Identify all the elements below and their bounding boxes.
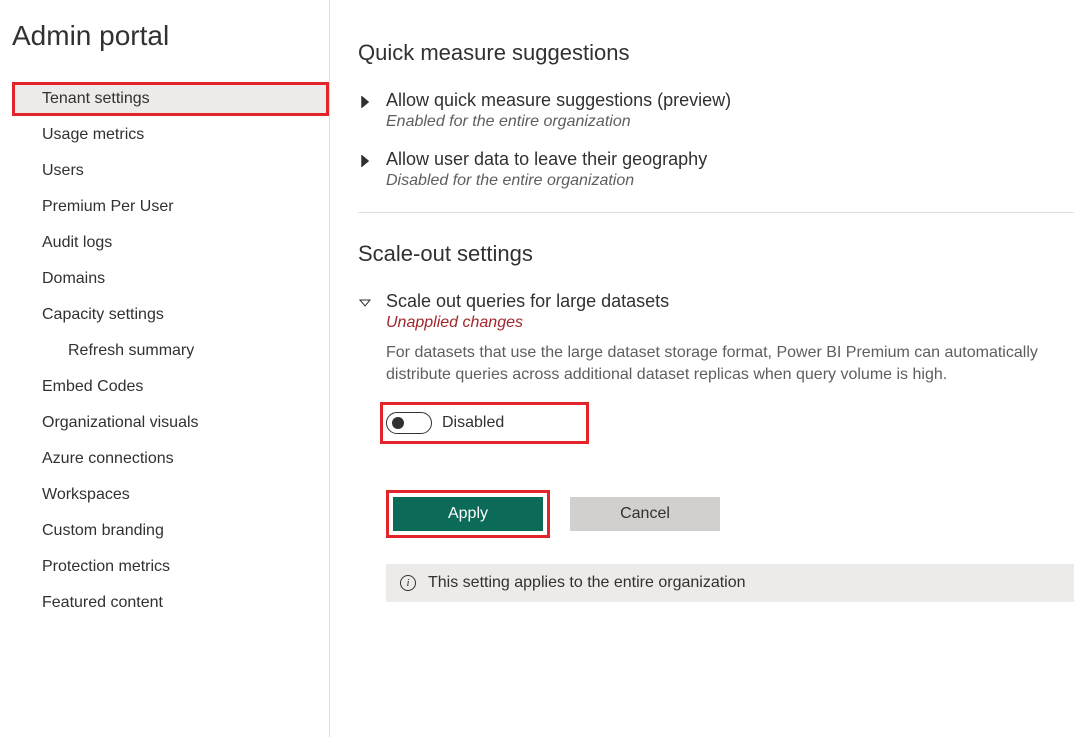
sidebar-item[interactable]: Tenant settings [12,82,329,116]
apply-button[interactable]: Apply [393,497,543,531]
sidebar-item[interactable]: Custom branding [12,514,329,548]
sidebar-item[interactable]: Embed Codes [12,370,329,404]
sidebar-item[interactable]: Users [12,154,329,188]
quick-measure-heading: Quick measure suggestions [358,40,1074,66]
info-icon: i [400,575,416,591]
sidebar-item[interactable]: Premium Per User [12,190,329,224]
sidebar-item[interactable]: Domains [12,262,329,296]
toggle-knob [392,417,404,429]
sidebar-item[interactable]: Protection metrics [12,550,329,584]
setting-quick-measure-suggestions[interactable]: Allow quick measure suggestions (preview… [358,90,1074,131]
sidebar-item[interactable]: Workspaces [12,478,329,512]
main-content: Quick measure suggestions Allow quick me… [330,0,1082,737]
button-row: Apply Cancel [386,490,1074,538]
setting-name: Allow user data to leave their geography [386,149,1074,170]
sidebar-item[interactable]: Azure connections [12,442,329,476]
sidebar-item[interactable]: Organizational visuals [12,406,329,440]
apply-button-frame: Apply [386,490,550,538]
info-text: This setting applies to the entire organ… [428,574,746,592]
unapplied-changes-label: Unapplied changes [386,314,1074,332]
setting-description: For datasets that use the large dataset … [386,342,1074,386]
sidebar-item[interactable]: Usage metrics [12,118,329,152]
cancel-button[interactable]: Cancel [570,497,720,531]
sidebar-item[interactable]: Refresh summary [12,334,329,368]
toggle-scale-out[interactable]: Disabled [380,402,589,444]
chevron-right-icon [358,93,372,111]
cancel-button-frame: Cancel [570,490,720,538]
sidebar-item[interactable]: Audit logs [12,226,329,260]
portal-title: Admin portal [12,20,329,52]
chevron-right-icon [358,152,372,170]
scale-out-heading: Scale-out settings [358,241,1074,267]
sidebar: Admin portal Tenant settingsUsage metric… [0,0,330,737]
sidebar-item[interactable]: Capacity settings [12,298,329,332]
setting-name: Allow quick measure suggestions (preview… [386,90,1074,111]
toggle-label: Disabled [442,414,504,432]
toggle-switch[interactable] [386,412,432,434]
sidebar-item[interactable]: Featured content [12,586,329,620]
setting-user-data-geography[interactable]: Allow user data to leave their geography… [358,149,1074,190]
info-banner: i This setting applies to the entire org… [386,564,1074,602]
setting-scale-out-queries[interactable]: Scale out queries for large datasets Una… [358,291,1074,538]
setting-status: Enabled for the entire organization [386,113,1074,131]
setting-status: Disabled for the entire organization [386,172,1074,190]
divider [358,212,1074,213]
sidebar-nav: Tenant settingsUsage metricsUsersPremium… [12,82,329,620]
setting-name: Scale out queries for large datasets [386,291,1074,312]
chevron-down-icon [358,294,372,312]
